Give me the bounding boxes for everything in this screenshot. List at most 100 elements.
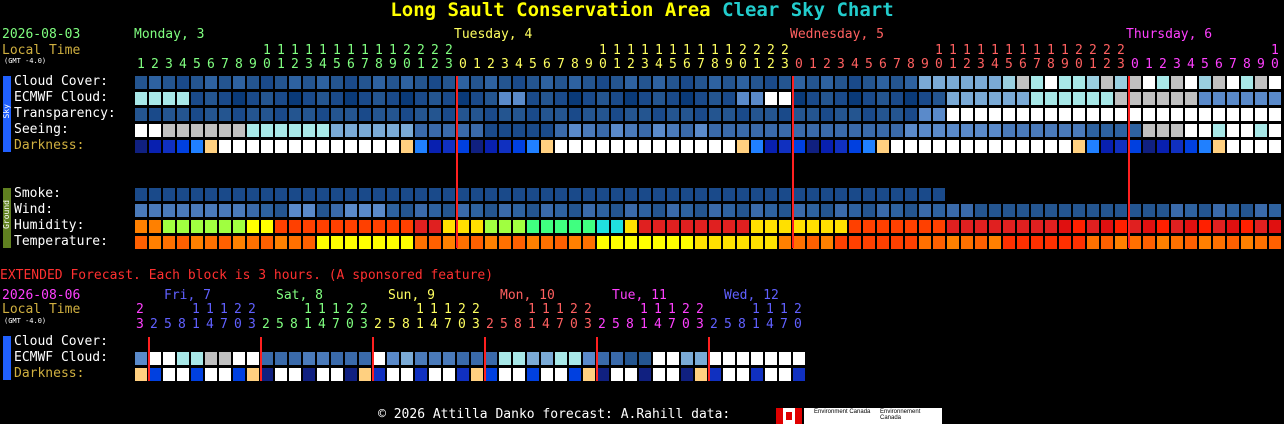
- darkness-cell: [1087, 140, 1099, 153]
- temperature-cell: [359, 236, 371, 249]
- ext-hour-digit: 5: [388, 317, 396, 332]
- ext-ecmwf-cell: [205, 352, 217, 365]
- ext-ecmwf-cell: [317, 352, 329, 365]
- smoke-cell: [429, 188, 441, 201]
- date-label: 2026-08-03: [2, 27, 81, 42]
- wind-cell: [499, 204, 511, 217]
- wind-cell: [135, 204, 147, 217]
- hour-digit: 0: [403, 57, 411, 72]
- hour-digit: 9: [921, 57, 929, 72]
- seeing-cell: [1199, 124, 1211, 137]
- humidity-cell: [275, 220, 287, 233]
- seeing-cell: [289, 124, 301, 137]
- hour-digit: 5: [865, 57, 873, 72]
- ext-hour-digit: [738, 303, 746, 316]
- cloud-cover-cell: [1255, 76, 1267, 89]
- smoke-cell: [737, 188, 749, 201]
- hour-digit: 4: [515, 57, 523, 72]
- ext-ecmwf-cell: [667, 352, 679, 365]
- seeing-cell: [471, 124, 483, 137]
- gmt-label: (GMT -4.0): [4, 57, 47, 65]
- cloud-cover-cell: [1157, 76, 1169, 89]
- hour-digit: 2: [739, 43, 747, 58]
- transparency-cell: [401, 108, 413, 121]
- ecmwf-cloud-cell: [877, 92, 889, 105]
- seeing-cell: [429, 124, 441, 137]
- smoke-cell: [177, 188, 189, 201]
- cloud-cover-cell: [275, 76, 287, 89]
- humidity-cell: [471, 220, 483, 233]
- ecmwf-cloud-cell: [219, 92, 231, 105]
- darkness-cell: [1059, 140, 1071, 153]
- temperature-cell: [597, 236, 609, 249]
- hour-digit: 1: [627, 43, 635, 58]
- smoke-cell: [793, 188, 805, 201]
- wind-cell: [1185, 204, 1197, 217]
- seeing-cell: [639, 124, 651, 137]
- temperature-cell: [177, 236, 189, 249]
- darkness-cell: [373, 140, 385, 153]
- wind-cell: [261, 204, 273, 217]
- hour-digit: 2: [823, 57, 831, 72]
- ecmwf-cloud-cell: [793, 92, 805, 105]
- wind-cell: [275, 204, 287, 217]
- humidity-cell: [667, 220, 679, 233]
- hour-digit: [1173, 44, 1181, 57]
- darkness-cell: [793, 140, 805, 153]
- darkness-cell: [1031, 140, 1043, 153]
- hour-digit: [515, 44, 523, 57]
- ext-ecmwf-cell: [429, 352, 441, 365]
- smoke-cell: [653, 188, 665, 201]
- ecmwf-cloud-cell: [177, 92, 189, 105]
- cloud-cover-cell: [443, 76, 455, 89]
- transparency-cell: [723, 108, 735, 121]
- seeing-cell: [611, 124, 623, 137]
- hour-digit: 2: [445, 43, 453, 58]
- wind-cell: [1031, 204, 1043, 217]
- wind-cell: [961, 204, 973, 217]
- hour-digit: 2: [403, 43, 411, 58]
- ext-ecmwf-cell: [387, 352, 399, 365]
- ext-ecmwf-cell: [373, 352, 385, 365]
- ecmwf-cloud-cell: [1199, 92, 1211, 105]
- ext-hour-digit: 3: [248, 317, 256, 332]
- humidity-cell: [849, 220, 861, 233]
- hour-digit: 2: [431, 43, 439, 58]
- transparency-cell: [1213, 108, 1225, 121]
- ext-hour-digit: 3: [472, 317, 480, 332]
- humidity-cell: [653, 220, 665, 233]
- smoke-cell: [163, 188, 175, 201]
- hour-digit: 1: [669, 43, 677, 58]
- ext-hour-digit: 8: [178, 317, 186, 332]
- darkness-cell: [1227, 140, 1239, 153]
- transparency-cell: [345, 108, 357, 121]
- hour-digit: 6: [683, 57, 691, 72]
- cloud-cover-cell: [471, 76, 483, 89]
- hour-digit: 9: [725, 57, 733, 72]
- hour-digit: 2: [487, 57, 495, 72]
- wind-cell: [387, 204, 399, 217]
- smoke-cell: [905, 188, 917, 201]
- ecmwf-cloud-cell: [975, 92, 987, 105]
- seeing-cell: [1115, 124, 1127, 137]
- hour-digit: 3: [165, 57, 173, 72]
- transparency-cell: [443, 108, 455, 121]
- humidity-cell: [345, 220, 357, 233]
- wind-cell: [1087, 204, 1099, 217]
- temperature-cell: [989, 236, 1001, 249]
- humidity-cell: [1101, 220, 1113, 233]
- smoke-cell: [891, 188, 903, 201]
- transparency-cell: [1241, 108, 1253, 121]
- hour-digit: 1: [319, 43, 327, 58]
- humidity-cell: [583, 220, 595, 233]
- temperature-cell: [1115, 236, 1127, 249]
- canada-flag-icon: [776, 408, 802, 424]
- wind-cell: [765, 204, 777, 217]
- ext-row-label-ecmwf: ECMWF Cloud:: [14, 350, 108, 365]
- seeing-cell: [1213, 124, 1225, 137]
- seeing-cell: [149, 124, 161, 137]
- ext-darkness-cell: [737, 368, 749, 381]
- smoke-cell: [345, 188, 357, 201]
- humidity-cell: [415, 220, 427, 233]
- hour-digit: [1243, 44, 1251, 57]
